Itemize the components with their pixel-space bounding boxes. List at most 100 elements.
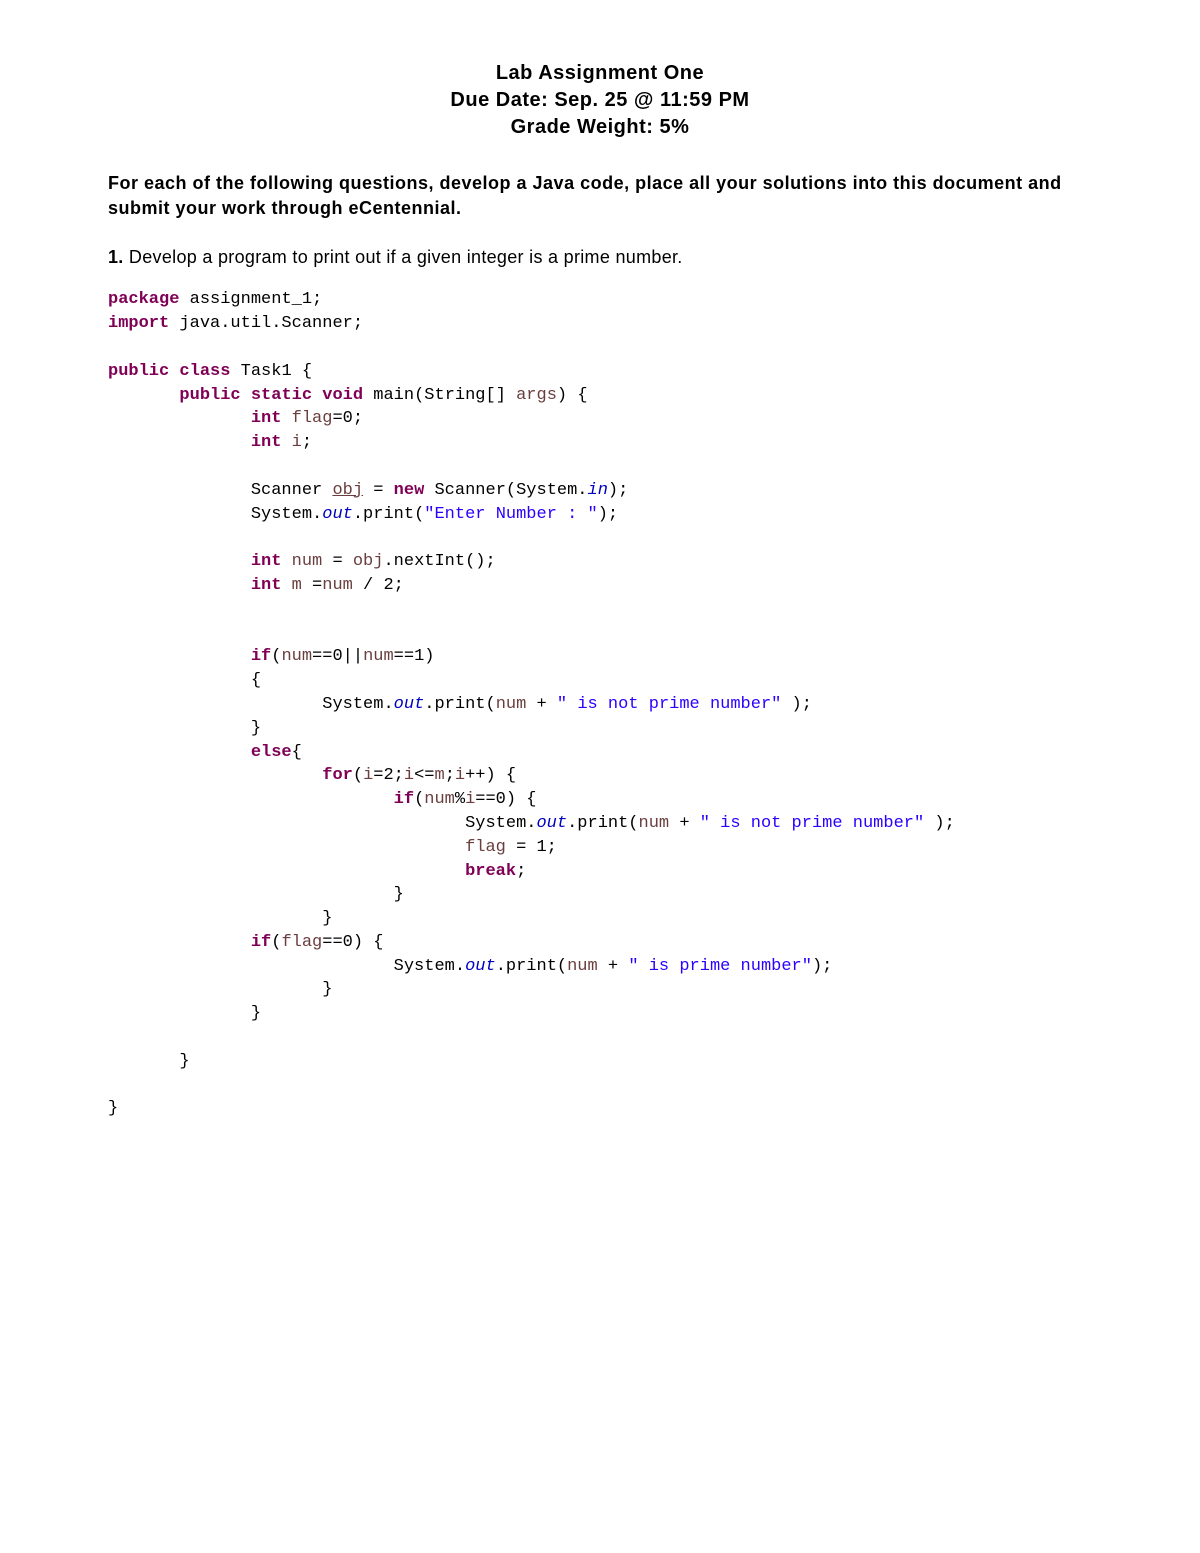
print-call: .print( [353,505,424,524]
keyword-int: int [251,552,282,571]
string-not-prime: " is not prime number" [557,695,781,714]
field-in: in [588,481,608,500]
num-ref: num [639,814,670,833]
instructions-text: For each of the following questions, dev… [108,171,1092,221]
scanner-ctor: Scanner(System. [424,481,587,500]
close-print: ); [812,957,832,976]
semicolon: ; [302,433,312,452]
for-semi: ; [445,766,455,785]
close-brace: } [179,1052,189,1071]
param-args: args [516,386,557,405]
close-brace: } [322,980,332,999]
string-prime: " is prime number" [628,957,812,976]
print-call: .print( [496,957,567,976]
obj-ref: obj [353,552,384,571]
keyword-int: int [251,433,282,452]
system-out: System. [394,957,465,976]
question-number: 1. [108,247,124,267]
eq-0-brace: ==0) { [322,933,383,952]
assignment-title: Lab Assignment One [108,60,1092,87]
keyword-public: public [108,362,169,381]
num-ref: num [322,576,353,595]
keyword-if: if [394,790,414,809]
print-call: .print( [424,695,495,714]
eq-0-or: ==0|| [312,647,363,666]
java-code-block: package assignment_1; import java.util.S… [108,288,1092,1121]
due-date: Due Date: Sep. 25 @ 11:59 PM [108,87,1092,114]
close-print: ); [924,814,955,833]
keyword-int: int [251,409,282,428]
var-flag: flag [292,409,333,428]
package-name: assignment_1; [179,290,322,309]
grade-weight: Grade Weight: 5% [108,114,1092,141]
system-out: System. [251,505,322,524]
keyword-public: public [179,386,240,405]
keyword-int: int [251,576,282,595]
flag-assign: = 1; [506,838,557,857]
if-open: ( [414,790,424,809]
question-text: Develop a program to print out if a give… [124,247,683,267]
mod: % [455,790,465,809]
close-paren-semi: ); [608,481,628,500]
flag-decl: =0; [332,409,363,428]
scanner-type: Scanner [251,481,333,500]
num-ref: num [424,790,455,809]
equals: = [302,576,322,595]
close-brace: } [394,885,404,904]
i-ref: i [363,766,373,785]
m-ref: m [434,766,444,785]
inc-close: ++) { [465,766,516,785]
close-brace: } [108,1099,118,1118]
keyword-else: else [251,743,292,762]
var-i: i [292,433,302,452]
num-ref: num [567,957,598,976]
field-out: out [536,814,567,833]
field-out: out [322,505,353,524]
main-signature: main(String[] [363,386,516,405]
string-enter: "Enter Number : " [424,505,597,524]
field-out: out [394,695,425,714]
keyword-import: import [108,314,169,333]
equals: = [322,552,353,571]
keyword-package: package [108,290,179,309]
var-m: m [292,576,302,595]
keyword-if: if [251,647,271,666]
keyword-static: static [251,386,312,405]
num-ref: num [496,695,527,714]
field-out: out [465,957,496,976]
close-print: ); [781,695,812,714]
open-brace: { [251,671,261,690]
keyword-class: class [179,362,230,381]
main-signature-close: ) { [557,386,588,405]
keyword-new: new [394,481,425,500]
nextint-call: .nextInt(); [383,552,495,571]
keyword-if: if [251,933,271,952]
close-brace: } [322,909,332,928]
for-open: ( [353,766,363,785]
close-brace: } [251,719,261,738]
equals: = [363,481,394,500]
else-brace: { [292,743,302,762]
close-paren-semi: ); [598,505,618,524]
flag-ref: flag [281,933,322,952]
document-header: Lab Assignment One Due Date: Sep. 25 @ 1… [108,60,1092,141]
eq-0-brace: ==0) { [475,790,536,809]
for-init: =2; [373,766,404,785]
print-call: .print( [567,814,638,833]
eq-1: ==1) [394,647,435,666]
string-not-prime: " is not prime number" [700,814,924,833]
if-open: ( [271,933,281,952]
var-num: num [292,552,323,571]
class-name: Task1 { [230,362,312,381]
i-ref: i [455,766,465,785]
plus: + [598,957,629,976]
plus: + [669,814,700,833]
div-2: / 2; [353,576,404,595]
keyword-for: for [322,766,353,785]
keyword-break: break [465,862,516,881]
num-ref: num [281,647,312,666]
question-1: 1. Develop a program to print out if a g… [108,247,1092,268]
system-out: System. [322,695,393,714]
plus: + [526,695,557,714]
var-obj: obj [332,481,363,500]
